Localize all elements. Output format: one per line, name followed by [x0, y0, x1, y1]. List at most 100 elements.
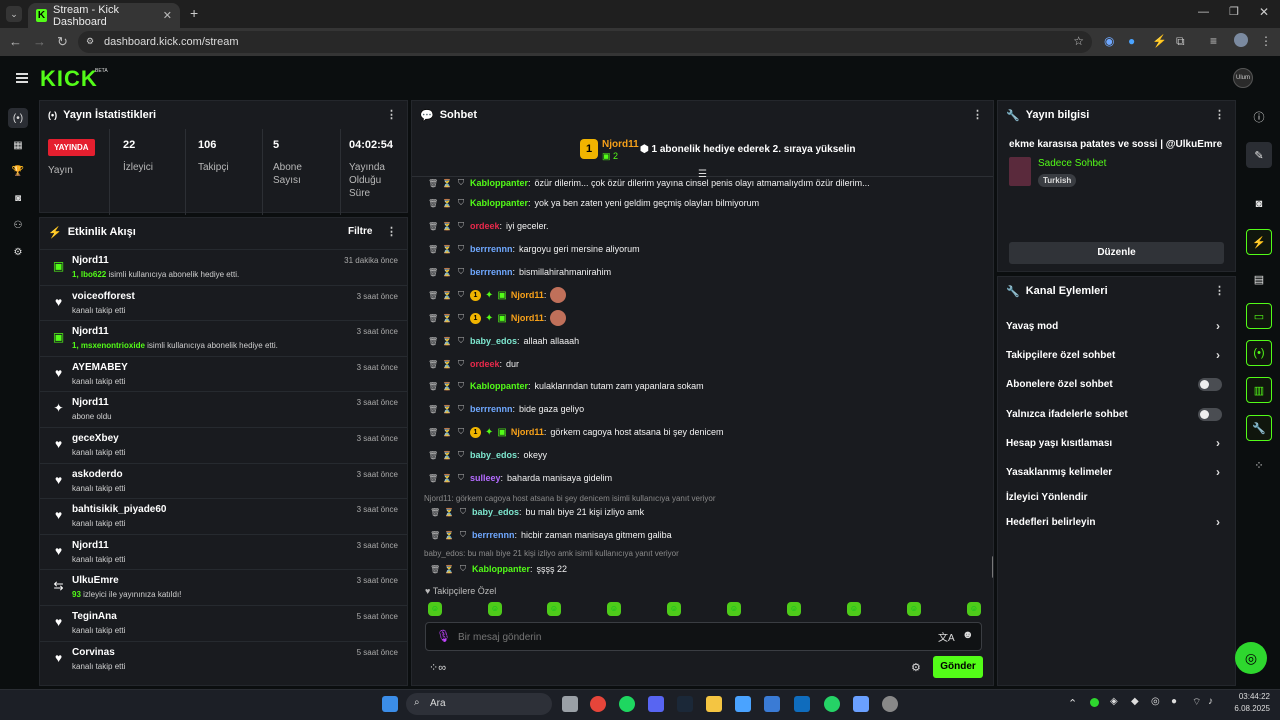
- chat-message[interactable]: 🗑 ⏳ ⛉ 1 ✦ ▣ Njord11:: [428, 309, 993, 327]
- restore-icon[interactable]: ❐: [1229, 5, 1239, 18]
- microphone-icon[interactable]: 🎙: [436, 629, 451, 643]
- ban-shield-icon[interactable]: ⛉: [458, 507, 468, 517]
- chat-username[interactable]: ordeek: [470, 359, 500, 369]
- chevron-right-icon[interactable]: ›: [1216, 348, 1220, 362]
- chevron-right-icon[interactable]: ›: [1216, 436, 1220, 450]
- rs-broadcast-icon[interactable]: (•): [1246, 340, 1272, 366]
- delete-message-icon[interactable]: 🗑: [428, 360, 438, 369]
- chat-username[interactable]: baby_edos: [472, 507, 519, 517]
- delete-message-icon[interactable]: 🗑: [428, 222, 438, 231]
- chat-message[interactable]: 🗑 ⏳ ⛉ Kabloppanter: kulaklarından tutam zam …: [428, 377, 993, 395]
- emote-icon[interactable]: ☺: [727, 602, 741, 616]
- delete-message-icon[interactable]: 🗑: [428, 314, 438, 323]
- extension-shield-icon[interactable]: ●: [1128, 34, 1135, 48]
- tray-status-icon[interactable]: [1090, 698, 1099, 707]
- delete-message-icon[interactable]: 🗑: [428, 179, 438, 188]
- edit-button[interactable]: Düzenle: [1009, 242, 1224, 264]
- activity-username[interactable]: Corvinas: [72, 647, 115, 658]
- channel-action-item[interactable]: Yasaklanmış kelimeler ›: [1006, 460, 1230, 484]
- photos-icon[interactable]: [735, 696, 751, 712]
- sidebar-settings-icon[interactable]: ⚙: [8, 242, 28, 262]
- ban-shield-icon[interactable]: ⛉: [458, 564, 468, 574]
- ban-shield-icon[interactable]: ⛉: [456, 359, 466, 369]
- translate-icon[interactable]: 文A: [938, 629, 955, 644]
- category-name[interactable]: Sadece Sohbet: [1038, 158, 1106, 169]
- timeout-icon[interactable]: ⏳: [442, 199, 452, 208]
- activity-username[interactable]: AYEMABEY: [72, 362, 128, 373]
- activity-more-icon[interactable]: ⋮: [386, 225, 397, 238]
- sidebar-community-icon[interactable]: ⚇: [8, 215, 28, 235]
- timeout-icon[interactable]: ⏳: [442, 382, 452, 391]
- sidebar-trophy-icon[interactable]: 🏆: [8, 161, 28, 181]
- reload-icon[interactable]: ↻: [57, 34, 68, 50]
- chat-message[interactable]: 🗑 ⏳ ⛉ berrrennn: bismillahirahmanirahim: [428, 263, 993, 281]
- delete-message-icon[interactable]: 🗑: [428, 451, 438, 460]
- activity-item[interactable]: ♥ voiceofforest kanalı takip etti 3 saat ön…: [40, 284, 407, 320]
- delete-message-icon[interactable]: 🗑: [430, 531, 440, 540]
- emote-icon[interactable]: ☺: [488, 602, 502, 616]
- chat-username[interactable]: Kabloppanter: [470, 381, 528, 391]
- new-tab-icon[interactable]: +: [190, 5, 198, 21]
- ban-shield-icon[interactable]: ⛉: [456, 404, 466, 414]
- ban-shield-icon[interactable]: ⛉: [456, 267, 466, 277]
- chat-username[interactable]: Kabloppanter: [470, 198, 528, 208]
- delete-message-icon[interactable]: 🗑: [428, 268, 438, 277]
- channel-action-item[interactable]: Yavaş mod ›: [1006, 314, 1230, 338]
- emote-icon[interactable]: ☺: [607, 602, 621, 616]
- extension-audio-icon[interactable]: ◉: [1104, 34, 1114, 48]
- infinity-points-icon[interactable]: ⁘∞: [429, 661, 446, 674]
- chevron-right-icon[interactable]: ›: [1216, 515, 1220, 529]
- chat-message[interactable]: 🗑 ⏳ ⛉ berrrennn: kargoyu geri mersine aliyor…: [428, 240, 993, 258]
- delete-message-icon[interactable]: 🗑: [428, 199, 438, 208]
- tray-discord-icon[interactable]: ◎: [1151, 696, 1160, 707]
- activity-username[interactable]: TeginAna: [72, 611, 117, 622]
- task-view-icon[interactable]: [562, 696, 578, 712]
- tag-chip[interactable]: Turkish: [1038, 174, 1077, 187]
- timeout-icon[interactable]: ⏳: [442, 337, 452, 346]
- chat-scrollbar[interactable]: [992, 556, 993, 578]
- timeout-icon[interactable]: ⏳: [442, 314, 452, 323]
- stream-info-more-icon[interactable]: ⋮: [1214, 108, 1225, 121]
- bookmark-star-icon[interactable]: ☆: [1073, 34, 1084, 48]
- chevron-right-icon[interactable]: ›: [1216, 465, 1220, 479]
- app-badge-icon[interactable]: [882, 696, 898, 712]
- app-icon[interactable]: [853, 696, 869, 712]
- emoji-icon[interactable]: ☻: [962, 629, 974, 641]
- chat-username[interactable]: Kabloppanter: [470, 178, 528, 188]
- activity-item[interactable]: ♥ askoderdo kanalı takip etti 3 saat önce: [40, 462, 407, 498]
- ban-shield-icon[interactable]: ⛉: [456, 336, 466, 346]
- activity-username[interactable]: Njord11: [72, 540, 109, 551]
- chat-username[interactable]: baby_edos: [470, 336, 517, 346]
- timeout-icon[interactable]: ⏳: [442, 451, 452, 460]
- kick-logo[interactable]: KICK: [40, 66, 98, 92]
- toggle-switch[interactable]: [1198, 377, 1222, 391]
- chat-username[interactable]: berrrennn: [470, 267, 513, 277]
- rs-bolt-icon[interactable]: ⚡: [1246, 229, 1272, 255]
- emote-icon[interactable]: ☺: [907, 602, 921, 616]
- whatsapp-icon[interactable]: [824, 696, 840, 712]
- tab-search-chevron-icon[interactable]: ⌄: [6, 6, 22, 22]
- rs-camera-icon[interactable]: ◙: [1246, 191, 1272, 217]
- rs-info-icon[interactable]: ⓘ: [1246, 104, 1272, 130]
- profile-avatar-icon[interactable]: [1234, 33, 1248, 47]
- chat-message[interactable]: 🗑 ⏳ ⛉ baby_edos: bu malı biye 21 kişi izliyo…: [430, 503, 993, 521]
- sidebar-stream-icon[interactable]: (•): [8, 108, 28, 128]
- chat-message[interactable]: 🗑 ⏳ ⛉ ordeek: iyi geceler.: [428, 217, 993, 235]
- chat-username[interactable]: Njord11: [511, 313, 544, 323]
- rs-layout-icon[interactable]: ▥: [1246, 377, 1272, 403]
- chat-message[interactable]: 🗑 ⏳ ⛉ Kabloppanter: özür dilerim... çok özür…: [428, 174, 993, 192]
- activity-username[interactable]: Njord11: [72, 397, 109, 408]
- timeout-icon[interactable]: ⏳: [444, 565, 454, 574]
- activity-username[interactable]: askoderdo: [72, 469, 123, 480]
- ban-shield-icon[interactable]: ⛉: [456, 244, 466, 254]
- rs-notes-icon[interactable]: ▤: [1246, 266, 1272, 292]
- timeout-icon[interactable]: ⏳: [442, 222, 452, 231]
- chat-message[interactable]: 🗑 ⏳ ⛉ 1 ✦ ▣ Njord11:: [428, 286, 993, 304]
- activity-item[interactable]: ✦ Njord11 abone oldu 3 saat önce: [40, 391, 407, 426]
- channel-action-item[interactable]: Yalnızca ifadelerle sohbet: [1006, 402, 1230, 426]
- help-support-icon[interactable]: ◎: [1235, 642, 1267, 674]
- timeout-icon[interactable]: ⏳: [444, 531, 454, 540]
- activity-username[interactable]: Njord11: [72, 255, 109, 266]
- delete-message-icon[interactable]: 🗑: [428, 405, 438, 414]
- chat-settings-icon[interactable]: ⚙: [911, 661, 921, 674]
